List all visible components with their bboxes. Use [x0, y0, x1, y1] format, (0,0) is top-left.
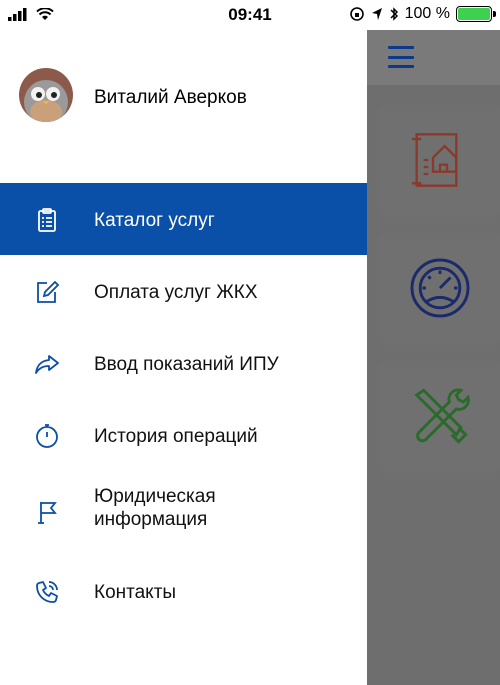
menu-item-label: Юридическая информация	[94, 486, 216, 530]
avatar-icon	[19, 68, 73, 122]
menu-item-contacts[interactable]: Контакты	[0, 555, 367, 627]
clipboard-icon	[38, 208, 56, 232]
location-icon	[371, 8, 382, 20]
profile-header[interactable]: Виталий Аверков	[0, 30, 367, 150]
menu-item-label: Оплата услуг ЖКХ	[94, 282, 258, 303]
tile-tools[interactable]	[380, 361, 500, 473]
battery-percent: 100 %	[404, 5, 450, 22]
menu-item-label: История операций	[94, 426, 258, 447]
menu-item-legal-info[interactable]: Юридическая информация	[0, 471, 367, 555]
menu-item-meter-readings[interactable]: Ввод показаний ИПУ	[0, 327, 367, 399]
flag-icon	[38, 502, 57, 524]
menu-list: Каталог услуг Оплата услуг ЖКХ Ввод пока…	[0, 183, 367, 627]
bluetooth-icon	[390, 7, 398, 21]
tile-gauge[interactable]	[380, 233, 500, 345]
tile-house-document[interactable]	[380, 105, 500, 217]
menu-item-payment[interactable]: Оплата услуг ЖКХ	[0, 255, 367, 327]
battery-icon	[456, 6, 496, 22]
phone-icon	[36, 581, 58, 603]
edit-icon	[37, 280, 60, 303]
avatar[interactable]	[19, 68, 73, 122]
navigation-drawer: Виталий Аверков Каталог услуг Оплата усл…	[0, 30, 367, 685]
user-name: Виталий Аверков	[94, 87, 247, 108]
menu-item-label: Ввод показаний ИПУ	[94, 354, 279, 375]
status-right: 100 %	[349, 5, 496, 23]
share-arrow-icon	[35, 355, 59, 374]
status-bar: 09:41 100 %	[0, 0, 500, 30]
house-document-icon	[412, 133, 458, 187]
tools-icon	[414, 388, 470, 444]
menu-item-label: Контакты	[94, 582, 177, 603]
stopwatch-icon	[36, 424, 58, 448]
menu-item-history[interactable]: История операций	[0, 399, 367, 471]
gauge-icon	[410, 258, 470, 318]
menu-item-label: Каталог услуг	[94, 210, 215, 231]
rotation-lock-icon	[349, 7, 364, 21]
menu-item-catalog[interactable]: Каталог услуг	[0, 183, 367, 255]
hamburger-menu-icon[interactable]	[388, 46, 414, 68]
